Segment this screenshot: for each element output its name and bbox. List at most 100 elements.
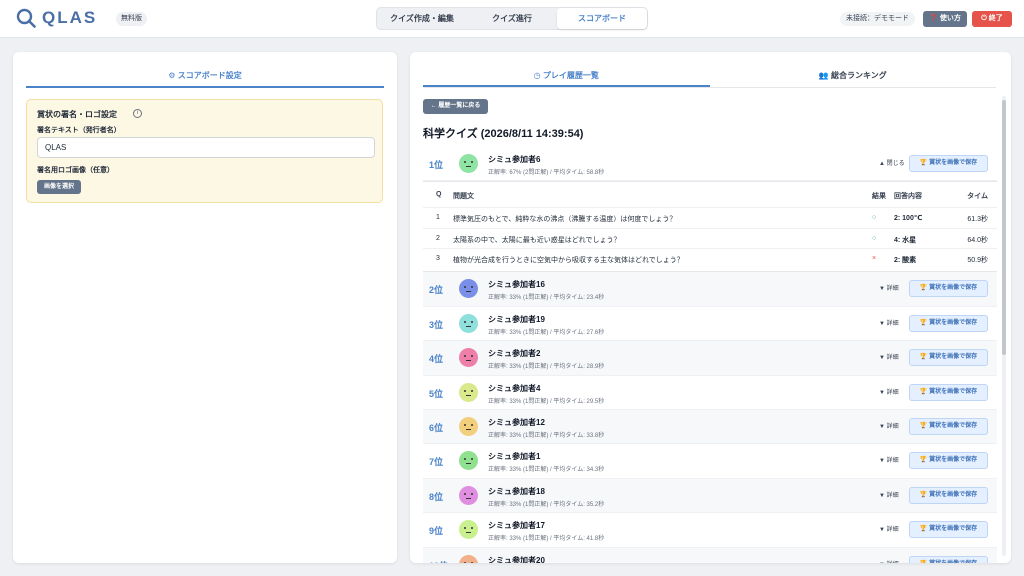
question-text: 標準気圧のもとで、純粋な水の沸点（沸騰する温度）は何度でしょう？ xyxy=(453,216,677,224)
settings-panel: ⚙ スコアボード設定 賞状の署名・ロゴ設定 i 署名テキスト（発行者名） 署名用… xyxy=(13,52,397,563)
nav-tab-quiz-run[interactable]: クイズ進行 xyxy=(467,8,557,29)
logo-icon xyxy=(16,8,36,28)
player-stats: 正解率: 33% (1問正解) / 平均タイム: 27.6秒 xyxy=(488,329,605,336)
rank-label: 9位 xyxy=(429,526,444,537)
save-certificate-button[interactable]: 🏆 賞状を画像で保存 xyxy=(909,349,988,367)
history-panel: ◷ プレイ履歴一覧 👥 総合ランキング ← 履歴一覧に戻る 科学クイズ (202… xyxy=(410,52,1011,563)
ranking-row: 7位 シミュ参加者1 正解率: 33% (1問正解) / 平均タイム: 34.3秒 ▼… xyxy=(423,444,997,479)
ranking-row: 6位 シミュ参加者12 正解率: 33% (1問正解) / 平均タイム: 33.8秒… xyxy=(423,409,997,445)
question-text: 植物が光合成を行うときに空気中から吸収する主な気体はどれでしょう？ xyxy=(453,257,684,265)
save-certificate-button[interactable]: 🏆 賞状を画像で保存 xyxy=(909,417,988,435)
save-certificate-button[interactable]: 🏆 賞状を画像で保存 xyxy=(909,314,988,332)
save-certificate-button[interactable]: 🏆 賞状を画像で保存 xyxy=(909,486,988,504)
rank-label: 8位 xyxy=(429,491,444,502)
signature-text-label: 署名テキスト（発行者名） xyxy=(37,127,121,134)
save-certificate-label: 賞状を画像で保存 xyxy=(929,491,978,498)
ranking-row: 3位 シミュ参加者19 正解率: 33% (1問正解) / 平均タイム: 27.6秒… xyxy=(423,307,997,342)
quiz-title: 科学クイズ (2026/8/11 14:39:54) xyxy=(423,128,584,140)
ranking-row: 4位 シミュ参加者2 正解率: 33% (1問正解) / 平均タイム: 28.9秒 ▼… xyxy=(423,341,997,376)
save-certificate-button[interactable]: 🏆 賞状を画像で保存 xyxy=(909,555,988,563)
help-icon: ❓ xyxy=(929,15,940,22)
collapse-toggle[interactable]: ▲ 閉じる xyxy=(879,158,905,167)
player-stats: 正解率: 33% (1問正解) / 平均タイム: 34.3秒 xyxy=(488,467,605,474)
avatar-face-icon xyxy=(459,485,478,505)
tab-scoreboard-settings[interactable]: ⚙ スコアボード設定 xyxy=(26,64,384,88)
save-certificate-label: 賞状を画像で保存 xyxy=(929,422,978,429)
save-certificate-button[interactable]: 🏆 賞状を画像で保存 xyxy=(909,521,988,539)
back-to-history-button[interactable]: ← 履歴一覧に戻る xyxy=(423,99,488,114)
exit-button[interactable]: ⏻ 終了 xyxy=(972,11,1012,27)
header-question: 問題文 xyxy=(453,193,474,201)
player-name: シミュ参加者16 xyxy=(488,280,545,290)
header-q: Q xyxy=(436,191,442,199)
main-nav: クイズ作成・編集 クイズ進行 スコアボード xyxy=(376,7,648,30)
rank-label: 4位 xyxy=(429,354,444,365)
save-certificate-label: 賞状を画像で保存 xyxy=(929,354,978,361)
expand-toggle[interactable]: ▼ 詳細 xyxy=(879,318,899,327)
result-mark: ○ xyxy=(872,214,877,222)
nav-tab-scoreboard[interactable]: スコアボード xyxy=(557,8,647,29)
trophy-icon: 🏆 xyxy=(919,319,930,326)
rank-label: 7位 xyxy=(429,457,444,468)
power-icon: ⏻ xyxy=(981,15,989,22)
trophy-icon: 🏆 xyxy=(919,354,930,361)
help-button[interactable]: ❓ 使い方 xyxy=(923,11,967,27)
expand-toggle[interactable]: ▼ 詳細 xyxy=(879,490,899,499)
save-certificate-button[interactable]: 🏆 賞状を画像で保存 xyxy=(909,452,988,470)
scrollbar-thumb[interactable] xyxy=(1002,100,1006,355)
expand-toggle[interactable]: ▼ 詳細 xyxy=(879,524,899,533)
avatar-face-icon xyxy=(459,348,478,368)
rank-label: 5位 xyxy=(429,388,444,399)
save-certificate-label: 賞状を画像で保存 xyxy=(929,388,978,395)
info-icon[interactable]: i xyxy=(133,109,142,118)
ranking-row: 1位 シミュ参加者6 正解率: 67% (2問正解) / 平均タイム: 58.8秒 ▲… xyxy=(423,147,997,182)
save-certificate-label: 賞状を画像で保存 xyxy=(929,561,977,563)
expand-toggle[interactable]: ▼ 詳細 xyxy=(879,559,899,563)
tab-overall-ranking-label: 総合ランキング xyxy=(830,71,887,80)
avatar-face-icon xyxy=(459,520,478,540)
nav-tab-quiz-edit[interactable]: クイズ作成・編集 xyxy=(377,8,467,29)
player-stats: 正解率: 33% (1問正解) / 平均タイム: 41.8秒 xyxy=(488,536,605,543)
save-certificate-button[interactable]: 🏆 賞状を画像で保存 xyxy=(909,383,988,401)
save-certificate-button[interactable]: 🏆 賞状を画像で保存 xyxy=(909,280,988,298)
player-stats: 正解率: 67% (2問正解) / 平均タイム: 58.8秒 xyxy=(488,170,605,176)
rank-label: 6位 xyxy=(429,422,444,433)
save-certificate-button[interactable]: 🏆 賞状を画像で保存 xyxy=(909,155,988,172)
expand-toggle[interactable]: ▼ 詳細 xyxy=(879,283,899,292)
tab-play-history-label: プレイ履歴一覧 xyxy=(542,71,599,80)
expand-toggle[interactable]: ▼ 詳細 xyxy=(879,455,899,464)
tab-overall-ranking[interactable]: 👥 総合ランキング xyxy=(710,64,997,87)
tab-play-history[interactable]: ◷ プレイ履歴一覧 xyxy=(423,64,710,87)
history-tabs: ◷ プレイ履歴一覧 👥 総合ランキング xyxy=(423,64,996,88)
answer-time: 50.9秒 xyxy=(967,257,988,265)
expand-toggle[interactable]: ▼ 詳細 xyxy=(879,421,899,430)
trophy-icon: 🏆 xyxy=(919,526,930,533)
player-name: シミュ参加者20 xyxy=(488,555,545,563)
question-number: 1 xyxy=(436,214,440,222)
exit-label: 終了 xyxy=(988,15,1003,22)
gear-icon: ⚙ xyxy=(168,71,178,80)
ranking-row: 9位 シミュ参加者17 正解率: 33% (1問正解) / 平均タイム: 41.8秒… xyxy=(423,513,997,548)
signature-settings-box: 賞状の署名・ロゴ設定 i 署名テキスト（発行者名） 署名用ロゴ画像（任意） 画像… xyxy=(26,99,383,203)
save-certificate-label: 賞状を画像で保存 xyxy=(929,457,978,464)
trophy-icon: 🏆 xyxy=(919,491,930,498)
answer-text: 2: 酸素 xyxy=(894,257,917,265)
trophy-icon: 🏆 xyxy=(919,160,930,166)
save-certificate-label: 賞状を画像で保存 xyxy=(929,285,978,292)
player-name: シミュ参加者1 xyxy=(488,452,541,462)
ranking-row: 5位 シミュ参加者4 正解率: 33% (1問正解) / 平均タイム: 29.5秒 ▼… xyxy=(423,376,997,410)
connection-status: 未接続：デモモード xyxy=(840,12,915,26)
logo-image-label: 署名用ロゴ画像（任意） xyxy=(37,167,114,174)
rank-label: 3位 xyxy=(429,319,444,330)
result-mark: × xyxy=(872,255,877,263)
select-image-button[interactable]: 画像を選択 xyxy=(37,180,81,194)
avatar-face-icon xyxy=(459,313,478,333)
signature-text-input[interactable] xyxy=(37,137,375,158)
player-name: シミュ参加者18 xyxy=(488,486,545,496)
logo-text: QLAS xyxy=(42,8,98,27)
expand-toggle[interactable]: ▼ 詳細 xyxy=(879,352,899,361)
player-stats: 正解率: 33% (1問正解) / 平均タイム: 23.4秒 xyxy=(488,295,605,302)
player-name: シミュ参加者4 xyxy=(488,383,541,393)
rank-label: 10位 xyxy=(429,559,448,563)
expand-toggle[interactable]: ▼ 詳細 xyxy=(879,387,899,396)
